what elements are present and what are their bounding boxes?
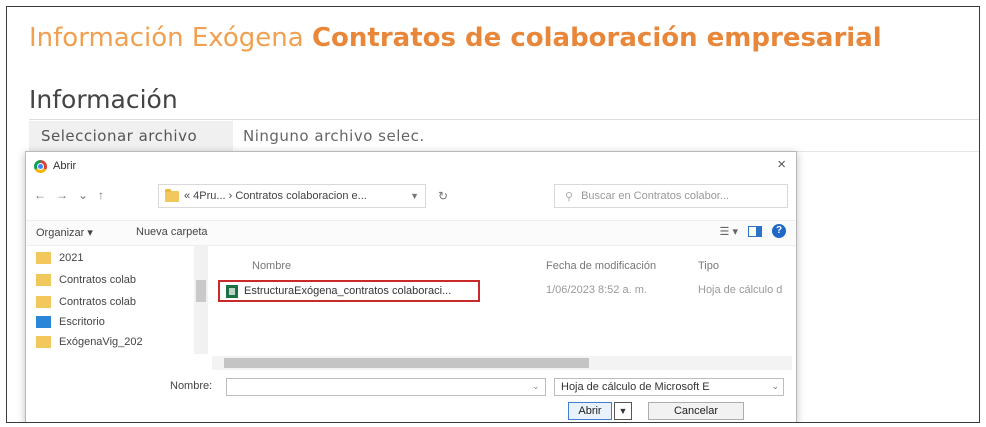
dialog-titlebar: Abrir (34, 158, 76, 174)
search-icon: ⚲ (565, 190, 574, 203)
file-name-label: Nombre: (170, 380, 213, 392)
sidebar-item-contratos-2[interactable]: Contratos colab (36, 292, 186, 312)
sidebar-item-label: Contratos colab (59, 274, 137, 286)
page-heading-bold: Contratos de colaboración empresarial (311, 23, 882, 53)
navigation-pane: 2021 Contratos colab Contratos colab Esc… (26, 246, 212, 354)
chevron-down-icon: ⌄ (771, 381, 779, 391)
excel-file-icon (226, 284, 238, 298)
organize-button[interactable]: Organizar ▾ (36, 226, 93, 239)
search-placeholder: Buscar en Contratos colabor... (581, 190, 730, 202)
file-status: Ninguno archivo selec. (243, 127, 425, 145)
chrome-icon (34, 159, 47, 173)
file-modified: 1/06/2023 8:52 a. m. (546, 284, 647, 296)
open-split-dropdown[interactable]: ▼ (614, 402, 632, 420)
folder-icon (36, 296, 51, 308)
folder-icon (36, 274, 51, 286)
breadcrumb[interactable]: « 4Pru... › Contratos colaboracion e... … (158, 184, 426, 208)
chevron-down-icon[interactable]: ▼ (410, 191, 419, 201)
file-name: EstructuraExógena_contratos colaboraci..… (244, 285, 452, 297)
folder-icon (165, 188, 179, 202)
open-file-dialog: Abrir × ← → ⌄ ↑ « 4Pru... › Contratos co… (25, 151, 797, 422)
recent-locations-icon[interactable]: ⌄ (78, 188, 88, 202)
file-list: Nombre Fecha de modificación Tipo Estruc… (212, 246, 792, 354)
chevron-down-icon[interactable]: ⌄ (532, 381, 540, 392)
sidebar-item-escritorio[interactable]: Escritorio (36, 312, 186, 332)
column-header-type[interactable]: Tipo (698, 260, 719, 272)
up-arrow-icon[interactable]: ↑ (98, 188, 104, 202)
file-item-highlighted[interactable]: EstructuraExógena_contratos colaboraci..… (218, 280, 480, 302)
sidebar-item-label: ExógenaVig_202 (59, 336, 143, 348)
preview-pane-icon[interactable] (748, 225, 762, 237)
close-icon[interactable]: × (777, 156, 786, 173)
refresh-icon[interactable]: ↻ (438, 189, 448, 203)
column-header-modified[interactable]: Fecha de modificación (546, 260, 656, 272)
view-options-icon[interactable]: ☰ ▾ (720, 225, 738, 238)
page-heading-light: Información Exógena (29, 23, 304, 53)
file-name-row: Nombre: ⌄ Hoja de cálculo de Microsoft E… (26, 374, 796, 422)
sidebar-item-label: Contratos colab (59, 296, 137, 308)
sidebar-item-2021[interactable]: 2021 (36, 248, 186, 268)
sidebar-item-contratos-1[interactable]: Contratos colab (36, 270, 186, 290)
file-input[interactable]: Seleccionar archivo Ninguno archivo sele… (29, 121, 979, 152)
sidebar-item-exogena[interactable]: ExógenaVig_202 (36, 332, 186, 352)
column-header-name[interactable]: Nombre (252, 260, 291, 272)
divider (29, 119, 979, 120)
sidebar-item-label: Escritorio (59, 316, 105, 328)
page-heading: Información Exógena Contratos de colabor… (29, 23, 882, 53)
horizontal-scroll-thumb[interactable] (224, 358, 589, 368)
new-folder-button[interactable]: Nueva carpeta (136, 226, 208, 238)
cancel-button[interactable]: Cancelar (648, 402, 744, 420)
dialog-title: Abrir (53, 160, 77, 172)
breadcrumb-path: « 4Pru... › Contratos colaboracion e... (184, 190, 367, 202)
browser-frame: Información Exógena Contratos de colabor… (6, 6, 980, 423)
sidebar-item-label: 2021 (59, 252, 84, 264)
folder-icon (36, 252, 51, 264)
file-type-select[interactable]: Hoja de cálculo de Microsoft E ⌄ (554, 378, 784, 396)
view-controls: ☰ ▾ ? (720, 224, 786, 238)
section-title: Información (29, 85, 178, 114)
desktop-icon (36, 316, 51, 328)
open-button[interactable]: Abrir (568, 402, 612, 420)
search-input[interactable]: ⚲ Buscar en Contratos colabor... (554, 184, 788, 208)
folder-icon (36, 336, 51, 348)
forward-arrow-icon[interactable]: → (56, 188, 68, 202)
back-arrow-icon[interactable]: ← (34, 188, 46, 202)
sidebar-scroll-thumb[interactable] (196, 280, 206, 302)
file-type-value: Hoja de cálculo de Microsoft E (561, 381, 710, 393)
file-type: Hoja de cálculo d (698, 284, 783, 296)
file-name-input[interactable] (226, 378, 546, 396)
help-icon[interactable]: ? (772, 224, 786, 238)
address-row: ← → ⌄ ↑ « 4Pru... › Contratos colaboraci… (34, 184, 788, 210)
horizontal-scrollbar[interactable] (212, 356, 792, 370)
select-file-button[interactable]: Seleccionar archivo (29, 121, 233, 151)
command-bar: Organizar ▾ Nueva carpeta ☰ ▾ ? (26, 220, 796, 246)
